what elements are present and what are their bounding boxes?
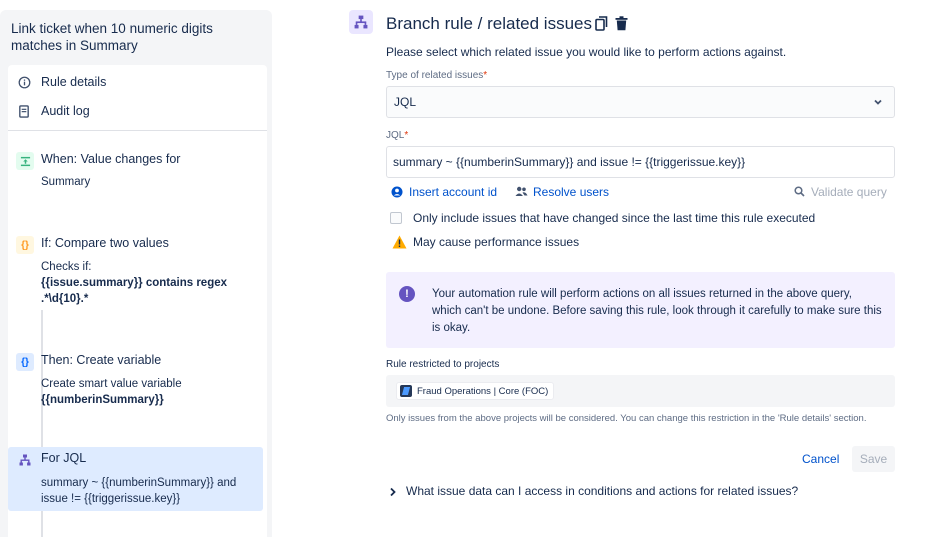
- faq-label: What issue data can I access in conditio…: [406, 484, 799, 498]
- copy-icon[interactable]: [593, 14, 609, 32]
- resolve-users-label: Resolve users: [533, 184, 610, 199]
- jql-label-text: JQL: [386, 130, 405, 141]
- project-chip: Fraud Operations | Core (FOC): [396, 382, 555, 400]
- step-action[interactable]: {} Then: Create variable Create smart va…: [8, 349, 263, 413]
- people-icon: [514, 185, 528, 199]
- required-mark: *: [404, 130, 409, 141]
- nav-rule-details-label: Rule details: [41, 75, 107, 89]
- step-action-desc-prefix: Create smart value variable: [41, 378, 182, 390]
- resolve-users-link[interactable]: Resolve users: [514, 183, 609, 200]
- condition-icon: {}: [16, 236, 34, 254]
- step-branch-desc: summary ~ {{numberinSummary}} and issue …: [41, 477, 237, 505]
- changed-issues-checkbox[interactable]: [390, 212, 402, 224]
- chevron-right-icon: [388, 486, 398, 497]
- insert-account-id-link[interactable]: Insert account id: [390, 183, 497, 200]
- step-condition-title: If: Compare two values: [41, 236, 169, 250]
- related-issue-type-select[interactable]: JQL: [386, 86, 895, 118]
- related-issue-type-value: JQL: [394, 95, 417, 109]
- step-branch[interactable]: For JQL summary ~ {{numberinSummary}} an…: [8, 447, 263, 511]
- type-label-text: Type of related issues: [386, 70, 484, 81]
- rule-sidebar: Link ticket when 10 numeric digits match…: [0, 10, 272, 537]
- info-message: ! Your automation rule will perform acti…: [386, 272, 895, 348]
- related-issue-data-faq[interactable]: What issue data can I access in conditio…: [388, 484, 798, 498]
- restriction-help-text: Only issues from the above projects will…: [386, 413, 867, 424]
- chevron-down-icon: [872, 96, 884, 108]
- trash-icon[interactable]: [613, 14, 629, 32]
- type-label: Type of related issues*: [386, 70, 487, 81]
- cancel-button[interactable]: Cancel: [794, 446, 847, 472]
- project-avatar-icon: [400, 385, 412, 397]
- rule-title: Link ticket when 10 numeric digits match…: [11, 21, 213, 53]
- insert-account-id-label: Insert account id: [409, 184, 498, 199]
- branch-rule-config: Branch rule / related issues Please sele…: [348, 0, 908, 537]
- restricted-projects-field: Fraud Operations | Core (FOC): [386, 375, 895, 407]
- changed-issues-label: Only include issues that have changed si…: [413, 211, 816, 225]
- restricted-projects-label: Rule restricted to projects: [386, 359, 500, 370]
- nav-audit-log[interactable]: Audit log: [16, 99, 90, 123]
- step-action-desc: Create smart value variable {{numberinSu…: [41, 376, 256, 408]
- changed-issues-option: Only include issues that have changed si…: [390, 211, 815, 225]
- performance-warning: May cause performance issues: [392, 235, 579, 249]
- document-icon: [16, 103, 32, 119]
- step-condition-desc-prefix: Checks if:: [41, 261, 92, 273]
- instruction-text: Please select which related issue you wo…: [386, 45, 787, 59]
- action-icon: {}: [16, 353, 34, 371]
- user-icon: [390, 185, 404, 199]
- jql-label: JQL*: [386, 130, 408, 141]
- nav-rule-details[interactable]: Rule details: [16, 70, 106, 94]
- branch-icon: [16, 451, 34, 469]
- step-trigger-desc: Summary: [41, 176, 91, 188]
- info-circle-icon: !: [399, 286, 415, 302]
- project-chip-label: Fraud Operations | Core (FOC): [417, 385, 549, 397]
- page-title: Branch rule / related issues: [386, 14, 592, 33]
- save-button[interactable]: Save: [852, 446, 895, 472]
- step-trigger[interactable]: When: Value changes for Summary: [8, 148, 263, 198]
- warning-icon: [392, 235, 407, 249]
- nav-audit-log-label: Audit log: [41, 104, 90, 118]
- nav-divider: [8, 130, 267, 131]
- step-action-title: Then: Create variable: [41, 353, 162, 367]
- step-condition-desc: Checks if: {{issue.summary}} contains re…: [41, 259, 256, 307]
- step-condition[interactable]: {} If: Compare two values Checks if: {{i…: [8, 232, 263, 312]
- branch-rule-icon: [349, 10, 373, 34]
- step-branch-title: For JQL: [41, 451, 87, 465]
- step-trigger-title: When: Value changes for: [41, 152, 181, 166]
- info-message-text: Your automation rule will perform action…: [432, 288, 882, 334]
- info-icon: [16, 74, 32, 90]
- search-icon: [792, 185, 806, 199]
- validate-query-button[interactable]: Validate query: [792, 183, 887, 200]
- validate-query-label: Validate query: [811, 184, 887, 199]
- jql-input[interactable]: summary ~ {{numberinSummary}} and issue …: [386, 146, 895, 178]
- required-mark: *: [483, 70, 488, 81]
- automation-rule-editor: Link ticket when 10 numeric digits match…: [0, 0, 925, 537]
- step-condition-desc-value: {{issue.summary}} contains regex .*\d{10…: [41, 277, 228, 305]
- warning-text: May cause performance issues: [413, 235, 580, 249]
- trigger-icon: [16, 152, 34, 170]
- step-action-desc-value: {{numberinSummary}}: [41, 394, 164, 406]
